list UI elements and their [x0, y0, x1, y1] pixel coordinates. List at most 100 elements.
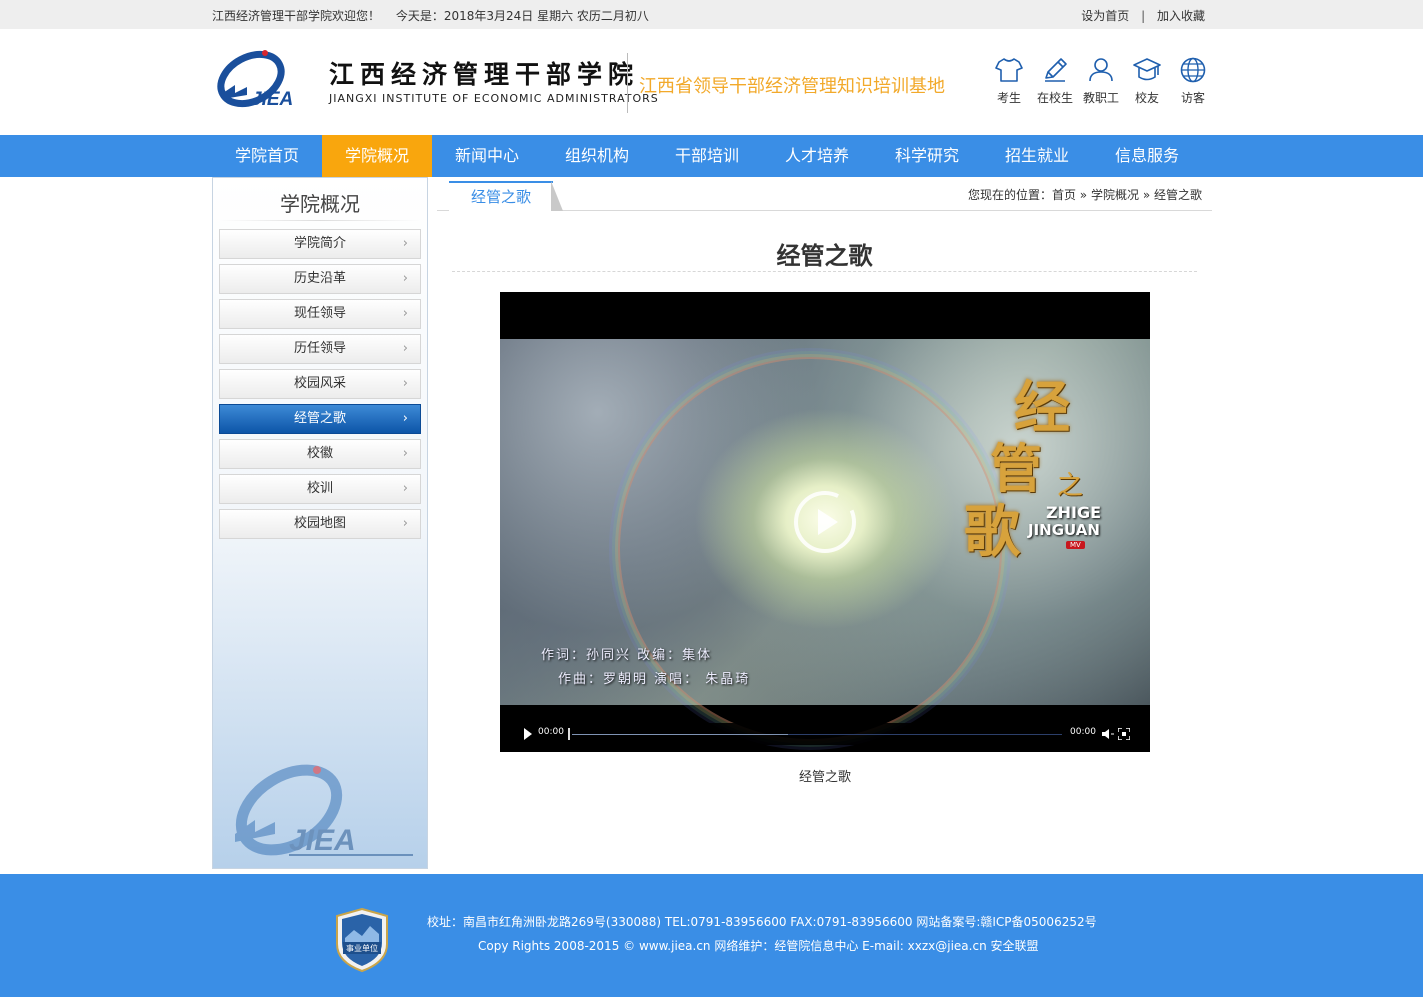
quick-link-label: 在校生 — [1036, 91, 1073, 105]
sidebar-item-current-leaders[interactable]: 现任领导 › — [219, 299, 421, 329]
quick-link-label: 访客 — [1180, 91, 1205, 105]
nav-item-research[interactable]: 科学研究 — [872, 135, 982, 177]
nav-item-overview[interactable]: 学院概况 — [322, 135, 432, 177]
sidebar-menu: 学院简介 › 历史沿革 › 现任领导 › 历任领导 › 校园风采 › 经管之歌 › 校徽 › … — [219, 229, 421, 544]
graduation-cap-icon — [1133, 58, 1161, 81]
nav-item-info-service[interactable]: 信息服务 — [1092, 135, 1202, 177]
play-icon[interactable] — [524, 728, 532, 740]
breadcrumb-separator: » — [1079, 188, 1088, 202]
nav-item-cadre-training[interactable]: 干部培训 — [652, 135, 762, 177]
sidebar-item-label: 学院简介 — [293, 236, 346, 251]
quick-link-applicant[interactable]: 考生 — [986, 57, 1032, 106]
add-favorite-link[interactable]: 加入收藏 — [1157, 9, 1205, 23]
top-links: 设为首页 | 加入收藏 — [1081, 7, 1205, 24]
sidebar-item-history[interactable]: 历史沿革 › — [219, 264, 421, 294]
site-header: JIEA 江西经济管理干部学院 JIANGXI INSTITUTE OF ECO… — [0, 29, 1423, 135]
breadcrumb: 您现在的位置：首页 » 学院概况 » 经管之歌 — [968, 186, 1202, 203]
top-bar: 江西经济管理干部学院欢迎您！ 今天是：2018年3月24日 星期六 农历二月初八… — [0, 0, 1423, 29]
welcome-text: 江西经济管理干部学院欢迎您！ 今天是：2018年3月24日 星期六 农历二月初八 — [212, 7, 649, 24]
breadcrumb-prefix: 您现在的位置： — [967, 188, 1052, 202]
mv-badge: MV — [1066, 541, 1085, 549]
buffered-bar — [572, 734, 788, 735]
logo-chinese-name: 江西经济管理干部学院 — [329, 60, 640, 89]
public-institution-badge-icon[interactable]: 事业单位 — [336, 908, 388, 972]
site-logo[interactable]: JIEA 江西经济管理干部学院 JIANGXI INSTITUTE OF ECO… — [213, 49, 658, 113]
tab-school-song[interactable]: 经管之歌 — [449, 181, 553, 211]
chevron-right-icon: › — [402, 376, 408, 391]
video-frame[interactable]: 经 管 之 歌 ZHIGE JINGUAN MV 作词：孙同兴 改编：集体 作曲… — [500, 339, 1150, 705]
tab-corner — [551, 181, 563, 211]
tshirt-icon — [995, 58, 1023, 82]
content-tab-bar: 经管之歌 您现在的位置：首页 » 学院概况 » 经管之歌 — [437, 177, 1212, 211]
quick-link-alumni[interactable]: 校友 — [1124, 57, 1170, 106]
nav-item-organization[interactable]: 组织机构 — [542, 135, 652, 177]
seek-bar[interactable] — [572, 734, 1062, 735]
logo-mark-text: JIEA — [251, 89, 293, 110]
nav-item-home[interactable]: 学院首页 — [212, 135, 322, 177]
nav-item-news[interactable]: 新闻中心 — [432, 135, 542, 177]
chevron-right-icon: › — [402, 306, 408, 321]
mv-title-char: 歌 — [964, 499, 1020, 565]
play-overlay-icon[interactable] — [792, 489, 858, 555]
mv-title-pinyin: ZHIGE — [1046, 503, 1102, 522]
video-credit-lyrics: 作词：孙同兴 改编：集体 — [541, 648, 713, 663]
set-homepage-link[interactable]: 设为首页 — [1081, 9, 1129, 23]
breadcrumb-current-link[interactable]: 经管之歌 — [1154, 188, 1202, 202]
site-footer: 事业单位 校址：南昌市红角洲卧龙路269号(330088) TEL:0791-8… — [0, 874, 1423, 997]
sidebar-item-intro[interactable]: 学院简介 › — [219, 229, 421, 259]
chevron-right-icon: › — [402, 271, 408, 286]
article-title: 经管之歌 — [776, 242, 873, 270]
sidebar-item-school-badge[interactable]: 校徽 › — [219, 439, 421, 469]
nav-item-admissions[interactable]: 招生就业 — [982, 135, 1092, 177]
quick-link-label: 校友 — [1134, 91, 1159, 105]
watermark-text: JIEA — [289, 824, 356, 857]
breadcrumb-home-link[interactable]: 首页 — [1052, 188, 1076, 202]
sidebar-item-label: 校徽 — [306, 446, 333, 461]
date-text: 今天是：2018年3月24日 星期六 农历二月初八 — [395, 9, 649, 23]
chevron-right-icon: › — [402, 481, 408, 496]
breadcrumb-section-link[interactable]: 学院概况 — [1091, 188, 1139, 202]
mv-title-pinyin: JINGUAN — [1028, 521, 1100, 539]
quick-link-label: 教职工 — [1082, 91, 1119, 105]
chevron-right-icon: › — [402, 411, 408, 426]
nav-item-talent[interactable]: 人才培养 — [762, 135, 872, 177]
chevron-right-icon: › — [402, 516, 408, 531]
jiea-logo-icon: JIEA — [217, 50, 293, 110]
sidebar-item-label: 现任领导 — [293, 306, 346, 321]
quick-link-label: 考生 — [996, 91, 1021, 105]
sidebar-item-label: 历任领导 — [293, 341, 346, 356]
article-title-divider — [452, 271, 1197, 272]
video-current-time: 00:00 — [538, 727, 564, 737]
sidebar-item-motto[interactable]: 校训 › — [219, 474, 421, 504]
sidebar-item-label: 校园地图 — [293, 516, 346, 531]
sidebar-item-school-song[interactable]: 经管之歌 › — [219, 404, 421, 434]
sidebar-item-past-leaders[interactable]: 历任领导 › — [219, 334, 421, 364]
globe-icon — [1180, 57, 1206, 83]
video-caption: 经管之歌 — [798, 770, 851, 785]
welcome-message: 江西经济管理干部学院欢迎您！ — [212, 9, 381, 23]
footer-copyright: Copy Rights 2008-2015 © www.jiea.cn 网络维护… — [478, 939, 1039, 953]
chevron-right-icon: › — [402, 341, 408, 356]
chevron-right-icon: › — [402, 446, 408, 461]
jiea-watermark-logo-icon: JIEA — [235, 764, 413, 857]
sidebar-item-campus-map[interactable]: 校园地图 › — [219, 509, 421, 539]
volume-icon[interactable] — [1102, 728, 1114, 740]
quick-link-visitor[interactable]: 访客 — [1170, 57, 1216, 106]
main-nav: 学院首页 学院概况 新闻中心 组织机构 干部培训 人才培养 科学研究 招生就业 … — [0, 135, 1423, 177]
fullscreen-icon[interactable] — [1118, 728, 1130, 740]
sidebar-item-label: 校园风采 — [293, 376, 346, 391]
sidebar-item-label: 校训 — [306, 481, 333, 496]
quick-link-staff[interactable]: 教职工 — [1078, 57, 1124, 106]
top-links-separator: | — [1141, 9, 1146, 23]
sidebar-title: 学院概况 — [280, 192, 360, 216]
video-duration: 00:00 — [1070, 727, 1096, 737]
video-player[interactable]: 经 管 之 歌 ZHIGE JINGUAN MV 作词：孙同兴 改编：集体 作曲… — [500, 292, 1150, 752]
sidebar-title-divider — [219, 220, 421, 221]
quick-link-student[interactable]: 在校生 — [1032, 57, 1078, 106]
sidebar: 学院概况 学院简介 › 历史沿革 › 现任领导 › 历任领导 › 校园风采 › 经管之歌 ›… — [212, 177, 428, 869]
badge-text: 事业单位 — [346, 943, 378, 953]
sidebar-item-campus-style[interactable]: 校园风采 › — [219, 369, 421, 399]
video-controls: 00:00 00:00 — [510, 723, 1140, 745]
sidebar-item-label: 历史沿革 — [293, 271, 346, 286]
breadcrumb-separator: » — [1142, 188, 1151, 202]
